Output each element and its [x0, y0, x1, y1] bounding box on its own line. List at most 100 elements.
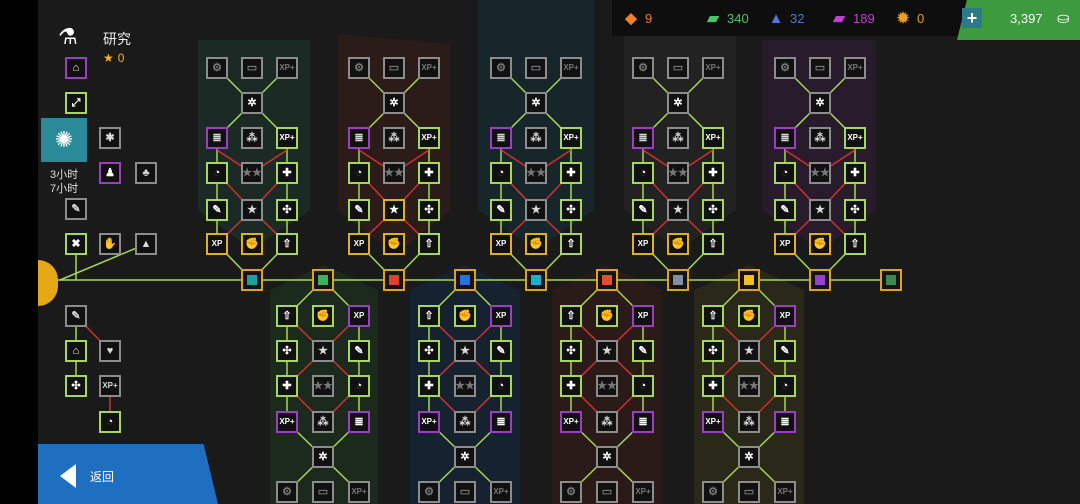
- skill-node[interactable]: ✎: [632, 340, 654, 362]
- skill-node[interactable]: ★★: [738, 375, 760, 397]
- branch-hub-2[interactable]: [312, 269, 334, 291]
- skill-node[interactable]: ▭: [383, 57, 405, 79]
- skill-node[interactable]: ◔: [206, 162, 228, 184]
- skill-node[interactable]: ⁂: [241, 127, 263, 149]
- plus-icon[interactable]: +: [962, 8, 982, 28]
- back-button[interactable]: 返回: [38, 444, 218, 504]
- skill-node[interactable]: ⁂: [667, 127, 689, 149]
- skill-node[interactable]: ♣: [135, 162, 157, 184]
- skill-node[interactable]: ✣: [418, 340, 440, 362]
- skill-node[interactable]: XP+: [418, 57, 440, 79]
- skill-node[interactable]: ✣: [702, 199, 724, 221]
- skill-node[interactable]: ◔: [632, 375, 654, 397]
- skill-node[interactable]: ✖: [65, 233, 87, 255]
- skill-node[interactable]: ✚: [276, 162, 298, 184]
- skill-node[interactable]: XP+: [702, 57, 724, 79]
- skill-node[interactable]: ⌂: [65, 340, 87, 362]
- skill-node[interactable]: ★: [312, 340, 334, 362]
- skill-node[interactable]: ✣: [276, 340, 298, 362]
- skill-node[interactable]: ⚙: [632, 57, 654, 79]
- skill-node[interactable]: ✊: [241, 233, 263, 255]
- branch-hub-3[interactable]: [383, 269, 405, 291]
- skill-node[interactable]: ▭: [596, 481, 618, 503]
- skill-node[interactable]: ⚙: [418, 481, 440, 503]
- skill-node[interactable]: ⚙: [774, 57, 796, 79]
- skill-node[interactable]: ✲: [738, 446, 760, 468]
- skill-node[interactable]: ✣: [418, 199, 440, 221]
- skill-node[interactable]: ✋: [99, 233, 121, 255]
- skill-node[interactable]: ★: [667, 199, 689, 221]
- skill-node[interactable]: ⇧: [276, 233, 298, 255]
- resource-green[interactable]: ▰ 340: [704, 9, 748, 27]
- skill-node[interactable]: ✲: [241, 92, 263, 114]
- skill-node[interactable]: ✚: [560, 375, 582, 397]
- skill-node[interactable]: ⁂: [312, 411, 334, 433]
- skill-node[interactable]: ★: [454, 340, 476, 362]
- skill-node[interactable]: ✱: [99, 127, 121, 149]
- skill-node[interactable]: ✣: [560, 340, 582, 362]
- skill-node[interactable]: ⇧: [560, 305, 582, 327]
- skill-node[interactable]: ⚙: [206, 57, 228, 79]
- skill-node[interactable]: ⚙: [348, 57, 370, 79]
- skill-node[interactable]: ⁂: [738, 411, 760, 433]
- skill-node[interactable]: ✚: [418, 162, 440, 184]
- skill-node[interactable]: ⚙: [702, 481, 724, 503]
- skill-node[interactable]: ✎: [348, 199, 370, 221]
- skill-node[interactable]: ★★: [667, 162, 689, 184]
- skill-node[interactable]: XP: [206, 233, 228, 255]
- skill-node[interactable]: ≣: [490, 411, 512, 433]
- resource-purple[interactable]: ▰ 189: [830, 9, 874, 27]
- skill-node[interactable]: ✣: [702, 340, 724, 362]
- skill-node[interactable]: ⇧: [702, 233, 724, 255]
- branch-hub-4[interactable]: [454, 269, 476, 291]
- skill-node[interactable]: ✊: [596, 305, 618, 327]
- skill-node[interactable]: ≣: [348, 411, 370, 433]
- skill-node[interactable]: ⁂: [454, 411, 476, 433]
- skill-node[interactable]: ✲: [809, 92, 831, 114]
- skill-node[interactable]: ⁂: [596, 411, 618, 433]
- skill-node[interactable]: XP: [490, 233, 512, 255]
- branch-hub-7[interactable]: [667, 269, 689, 291]
- skill-node[interactable]: ★★: [241, 162, 263, 184]
- skill-node[interactable]: ⤢: [65, 92, 87, 114]
- skill-tree-canvas[interactable]: ⚙ ▭ XP+ ✲ ≣ ⁂ XP+ ◔ ★★ ✚ ✎ ★ ✣ XP ✊ ⇧ ⚙ ▭ XP+ ✲ ≣ ⁂ XP+ ◔ ★★ ✚ ✎ ★ ✣…: [38, 0, 1080, 504]
- skill-node[interactable]: ✚: [702, 375, 724, 397]
- skill-node[interactable]: ▭: [738, 481, 760, 503]
- skill-node[interactable]: XP+: [418, 411, 440, 433]
- skill-node[interactable]: ★★: [383, 162, 405, 184]
- skill-node[interactable]: ▭: [809, 57, 831, 79]
- skill-node[interactable]: XP+: [560, 411, 582, 433]
- skill-node[interactable]: XP+: [774, 481, 796, 503]
- resource-orange[interactable]: ✹ 0: [894, 9, 925, 27]
- skill-node[interactable]: ✎: [206, 199, 228, 221]
- skill-node[interactable]: ★★: [809, 162, 831, 184]
- skill-node[interactable]: ★: [525, 199, 547, 221]
- skill-node[interactable]: ⌂: [65, 57, 87, 79]
- skill-node[interactable]: ⇧: [418, 305, 440, 327]
- skill-node[interactable]: XP+: [632, 481, 654, 503]
- skill-node[interactable]: ✣: [560, 199, 582, 221]
- skill-node[interactable]: ⚙: [276, 481, 298, 503]
- skill-node[interactable]: ★★: [525, 162, 547, 184]
- skill-node[interactable]: ★★: [596, 375, 618, 397]
- skill-node[interactable]: ✊: [525, 233, 547, 255]
- skill-node[interactable]: ★★: [312, 375, 334, 397]
- skill-node[interactable]: XP+: [418, 127, 440, 149]
- skill-node[interactable]: ★: [596, 340, 618, 362]
- skill-node[interactable]: ⇧: [418, 233, 440, 255]
- skill-node[interactable]: ✣: [65, 375, 87, 397]
- skill-node[interactable]: ✚: [560, 162, 582, 184]
- skill-node[interactable]: ✲: [312, 446, 334, 468]
- skill-node[interactable]: XP: [490, 305, 512, 327]
- skill-node[interactable]: ✲: [596, 446, 618, 468]
- skill-node[interactable]: ✚: [418, 375, 440, 397]
- skill-node[interactable]: ≣: [632, 411, 654, 433]
- skill-node[interactable]: ✊: [383, 233, 405, 255]
- skill-node[interactable]: ◔: [632, 162, 654, 184]
- skill-node[interactable]: ✲: [454, 446, 476, 468]
- skill-node[interactable]: ⚙: [490, 57, 512, 79]
- skill-node[interactable]: ✊: [667, 233, 689, 255]
- skill-node[interactable]: ≣: [774, 411, 796, 433]
- skill-node[interactable]: ◔: [348, 375, 370, 397]
- skill-node[interactable]: ♟: [99, 162, 121, 184]
